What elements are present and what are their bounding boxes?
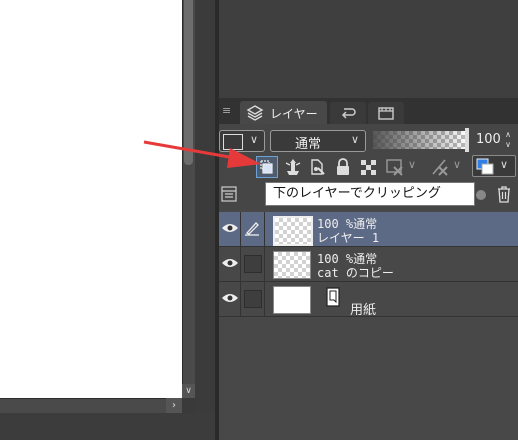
eye-icon[interactable] (221, 292, 239, 304)
scroll-down-chevron-icon[interactable]: ∨ (182, 384, 195, 398)
eye-icon[interactable] (221, 222, 239, 234)
layer-thumbnail[interactable] (273, 251, 311, 279)
column-separator (264, 212, 265, 246)
layer-color-button[interactable]: ∨ (472, 155, 516, 177)
layer-edit-toggle[interactable] (244, 255, 262, 273)
camera-icon[interactable] (474, 186, 488, 202)
column-separator (264, 282, 265, 316)
eye-icon[interactable] (221, 257, 239, 269)
canvas-side-gutter (195, 0, 215, 413)
chevron-down-icon[interactable]: ∨ (503, 140, 513, 150)
layer-thumbnail[interactable] (273, 216, 313, 246)
layer-property-icon[interactable] (221, 186, 237, 202)
column-separator (240, 282, 241, 316)
layer-name[interactable]: 用紙 (350, 299, 376, 318)
canvas-status-strip (0, 413, 215, 440)
layer-edit-toggle[interactable] (244, 290, 262, 308)
upper-panel (219, 0, 518, 98)
layer-row-2[interactable]: 100 %通常 cat のコピー (219, 247, 518, 282)
delete-mask-icon[interactable] (430, 157, 450, 177)
layer-thumbnail[interactable] (273, 286, 311, 314)
color-icon (476, 158, 494, 175)
layer-row-1[interactable]: 100 %通常 レイヤー 1 (219, 212, 518, 247)
layer-name[interactable]: レイヤー 1 (317, 229, 379, 246)
chevron-down-icon[interactable]: ∨ (453, 158, 461, 171)
opacity-spinner[interactable]: ∧ ∨ (503, 130, 513, 152)
blend-mode-value: 通常 (295, 137, 322, 152)
opacity-slider-handle[interactable] (465, 128, 469, 152)
canvas-horizontal-scrollbar[interactable] (0, 398, 182, 413)
column-separator (264, 247, 265, 281)
tab-layer-label: レイヤー (270, 107, 318, 121)
column-separator (240, 247, 241, 281)
tab-undo[interactable] (330, 102, 366, 124)
paper-icon (326, 287, 340, 307)
scroll-right-chevron-icon[interactable]: › (166, 398, 182, 413)
canvas-area[interactable] (0, 0, 182, 398)
red-arrow-annotation (143, 140, 261, 168)
column-separator (240, 212, 241, 246)
lock-icon[interactable] (333, 157, 353, 177)
mask-icon[interactable] (385, 157, 405, 177)
layer-row-paper[interactable]: 用紙 (219, 282, 518, 318)
chevron-up-icon[interactable]: ∧ (503, 130, 513, 140)
chevron-down-icon: ∨ (350, 133, 359, 146)
clip-tooltip: 下のレイヤーでクリッピング (265, 182, 475, 206)
blend-mode-select[interactable]: 通常 ∨ (270, 130, 366, 152)
film-tab-icon (378, 107, 394, 120)
pen-icon[interactable] (244, 220, 260, 236)
layer-name[interactable]: cat のコピー (317, 264, 394, 281)
chevron-down-icon: ∨ (500, 158, 509, 171)
panel-menu-icon[interactable]: ≡ (222, 104, 234, 118)
opacity-value[interactable]: 100 (476, 132, 501, 147)
layer-stack-icon (246, 105, 264, 121)
trash-icon[interactable] (496, 185, 512, 203)
tab-layer[interactable]: レイヤー (240, 101, 327, 124)
opacity-gradient (373, 131, 469, 149)
draft-layer-icon[interactable] (308, 157, 328, 177)
lock-transparent-icon[interactable] (358, 157, 378, 177)
chevron-down-icon[interactable]: ∨ (408, 158, 416, 171)
undo-tab-icon (341, 108, 356, 119)
reference-layer-icon[interactable] (283, 157, 303, 177)
opacity-slider[interactable] (373, 131, 469, 149)
tab-animation[interactable] (368, 102, 404, 124)
